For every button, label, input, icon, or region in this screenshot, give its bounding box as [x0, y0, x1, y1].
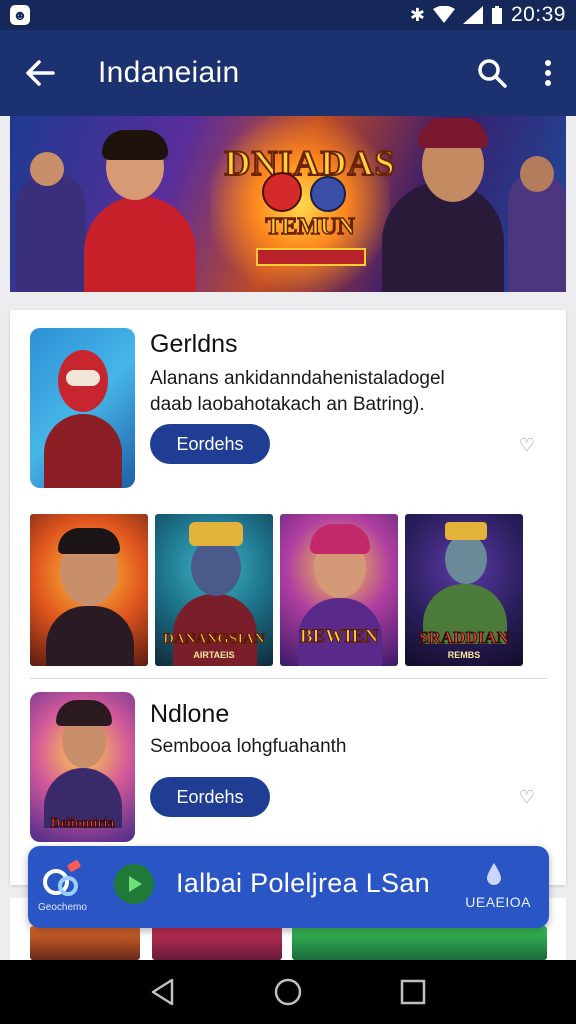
hero-ribbon	[256, 248, 366, 266]
promo-title: Ialbai Poleljrea LSan	[176, 868, 430, 898]
signal-icon	[462, 6, 483, 24]
notification-app-icon: ☻	[10, 5, 30, 25]
app-name: Ndlone	[150, 700, 230, 728]
screen: ☻ ✱ 20:39 Indaneiain DNIADAS TEMUN Gerld…	[0, 0, 576, 1024]
app-description: Sembooa lohgfuahanth	[150, 736, 347, 757]
hero-subtitle: TEMUN	[265, 213, 356, 241]
circle-home-icon	[274, 978, 302, 1006]
more-vert-icon	[545, 60, 551, 86]
thumbnail-1-cap	[58, 528, 120, 554]
drop-icon	[487, 863, 501, 885]
thumbnail-caption: DANANGSIAN	[163, 631, 266, 648]
nav-recents-button[interactable]	[393, 972, 433, 1012]
preview-thumb-2[interactable]	[152, 926, 282, 960]
app-icon-1	[30, 328, 135, 488]
play-icon	[129, 876, 142, 892]
thumbnail-2-crown	[189, 522, 243, 546]
preview-thumb-3[interactable]	[292, 926, 547, 960]
search-icon	[478, 59, 507, 88]
bluetooth-icon: ✱	[409, 5, 425, 25]
thumbnail-caption: SRADDIAN	[419, 628, 510, 648]
nav-home-button[interactable]	[268, 972, 308, 1012]
app-list-card: Gerldns Alanans ankidanndahenistaladogel…	[10, 310, 566, 885]
hero-character-1	[16, 172, 86, 292]
promo-logo-icon	[43, 860, 81, 896]
screenshot-thumbnails: DANANGSIAN AIRTAEIS BEWIEN SRADDIAN REMB…	[30, 514, 548, 666]
hero-title: DNIADAS	[223, 142, 396, 184]
app-name: Gerldns	[150, 330, 238, 358]
battery-icon	[491, 6, 502, 24]
thumbnail-subcaption: REMBS	[447, 650, 481, 660]
more-options-button[interactable]	[520, 30, 576, 116]
thumbnail-caption: BEWIEN	[299, 626, 379, 648]
app-description: Alanans ankidanndahenistaladogel daab la…	[150, 368, 445, 415]
app-bar: Indaneiain	[0, 30, 576, 116]
thumbnail-2-figure-head	[191, 538, 241, 596]
hero-character-4-head	[520, 156, 554, 192]
page-title: Indaneiain	[98, 56, 240, 89]
hero-mascot-red	[262, 172, 302, 212]
square-recents-icon	[401, 979, 426, 1005]
app-item-1[interactable]: Gerldns Alanans ankidanndahenistaladogel…	[30, 328, 550, 488]
hero-banner[interactable]: DNIADAS TEMUN	[10, 116, 566, 292]
hero-character-1-head	[30, 152, 64, 186]
app-icon-2-caption: Deiiomiria	[50, 816, 115, 832]
hero-mascot-blue	[310, 176, 346, 212]
thumbnail-4-figure-head	[445, 534, 487, 584]
thumbnail-3-hair	[310, 524, 370, 554]
app-icon-2: Deiiomiria	[30, 692, 135, 842]
nav-back-button[interactable]	[143, 972, 183, 1012]
thumbnail-1-figure-body	[46, 606, 134, 666]
app-bar-actions	[464, 30, 576, 116]
favorite-icon[interactable]: ♡	[516, 434, 538, 456]
app-action-button[interactable]: Eordehs	[150, 777, 270, 817]
thumbnail-4-crown	[445, 522, 487, 540]
back-button[interactable]	[0, 30, 80, 116]
arrow-left-icon	[26, 60, 55, 86]
promo-play-button[interactable]	[114, 864, 154, 904]
app-action-button[interactable]: Eordehs	[150, 424, 270, 464]
thumbnail-1[interactable]	[30, 514, 148, 666]
promo-logo-text: Geochemo	[38, 902, 87, 913]
system-nav-bar	[0, 960, 576, 1024]
divider	[30, 678, 548, 679]
promo-badge: UEAEIOA	[465, 894, 531, 910]
promo-banner[interactable]: Geochemo Ialbai Poleljrea LSan UEAEIOA	[28, 846, 549, 928]
thumbnail-3[interactable]: BEWIEN	[280, 514, 398, 666]
status-bar: ☻ ✱ 20:39	[0, 0, 576, 30]
app-item-2[interactable]: Deiiomiria Ndlone Sembooa lohgfuahanth E…	[30, 692, 550, 852]
favorite-icon[interactable]: ♡	[516, 786, 538, 808]
preview-thumb-1[interactable]	[30, 926, 140, 960]
app-icon-1-figure-body	[44, 414, 122, 488]
thumbnail-subcaption: AIRTAEIS	[193, 650, 235, 660]
triangle-back-icon	[151, 978, 173, 1006]
hero-character-3-hat	[418, 118, 488, 148]
hero-character-2-hair	[102, 130, 168, 160]
status-time: 20:39	[510, 3, 566, 26]
status-icons: ✱ 20:39	[410, 3, 566, 27]
app-icon-1-mask	[66, 370, 100, 386]
thumbnail-4[interactable]: SRADDIAN REMBS	[405, 514, 523, 666]
search-button[interactable]	[464, 30, 520, 116]
hero-character-2	[84, 196, 196, 292]
thumbnail-2[interactable]: DANANGSIAN AIRTAEIS	[155, 514, 273, 666]
wifi-icon	[432, 6, 455, 23]
app-icon-2-hat	[56, 700, 112, 726]
